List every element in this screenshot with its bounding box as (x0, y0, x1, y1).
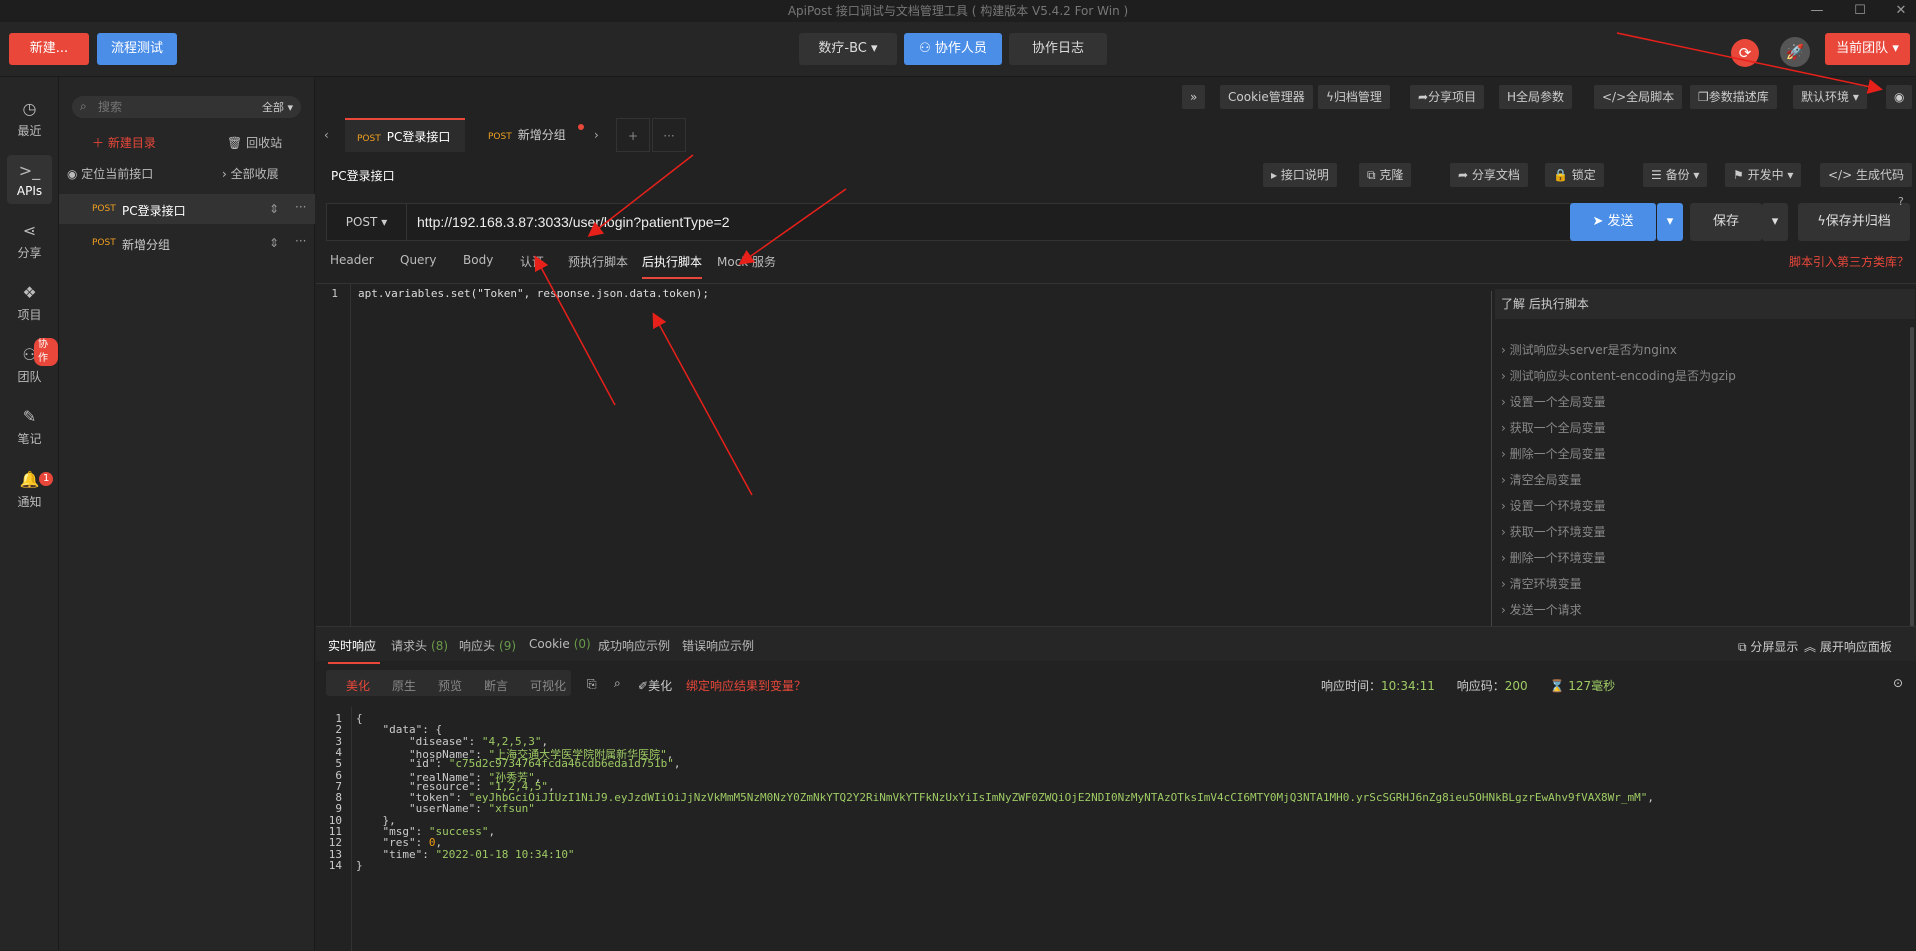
arrow-to-tab (738, 188, 847, 265)
arrow-to-code (652, 312, 753, 496)
arrow-to-eye-icon (1616, 32, 1883, 94)
annotation-arrow-top (652, 32, 1883, 496)
